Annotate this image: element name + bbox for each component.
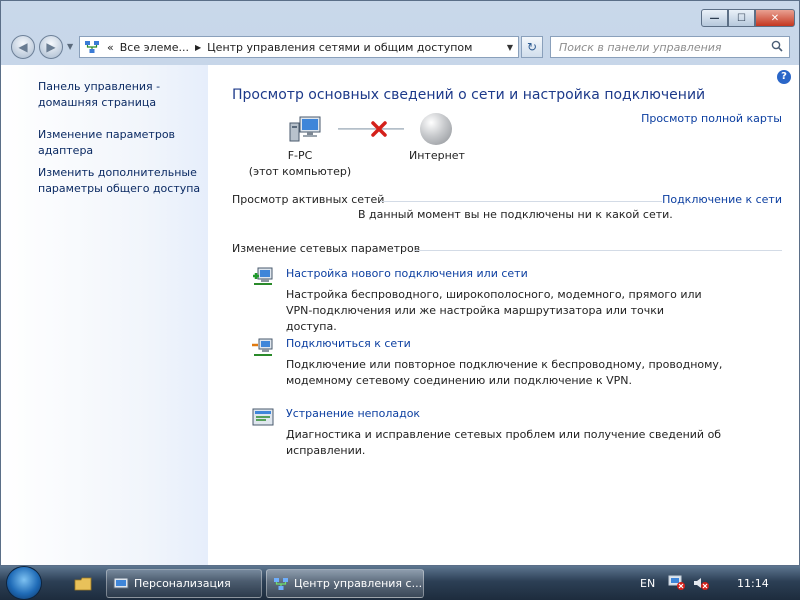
disconnected-x-icon — [371, 121, 387, 137]
sidebar-item-sharing-settings[interactable]: Изменить дополнительные параметры общего… — [38, 165, 203, 197]
volume-tray-icon[interactable] — [692, 566, 710, 600]
forward-button[interactable]: ▶ — [39, 35, 63, 59]
recent-pages-dropdown[interactable]: ▼ — [67, 42, 73, 51]
view-full-map-link[interactable]: Просмотр полной карты — [641, 112, 782, 125]
clock[interactable]: 11:14 — [737, 566, 769, 600]
sidebar-item-control-panel-home[interactable]: Панель управления - домашняя страница — [38, 79, 203, 111]
address-bar[interactable]: « Все элеме... ▶ Центр управления сетями… — [79, 36, 519, 58]
network-disconnected-icon — [668, 575, 685, 590]
explorer-folder-icon[interactable] — [66, 572, 100, 596]
search-icon[interactable] — [771, 40, 783, 52]
new-connection-icon — [253, 267, 273, 285]
refresh-button[interactable]: ↻ — [521, 36, 543, 58]
taskbar-item-network-center[interactable]: Центр управления с... — [266, 569, 424, 598]
caption-buttons: — ☐ ✕ — [701, 9, 795, 27]
internet-label: Интернет — [409, 149, 465, 162]
computer-name: F-PC — [287, 149, 313, 162]
maximize-button[interactable]: ☐ — [728, 9, 755, 27]
language-indicator[interactable]: EN — [640, 566, 655, 600]
setup-new-connection-description: Настройка беспроводного, широкополосного… — [286, 288, 702, 333]
breadcrumb-network-center[interactable]: Центр управления сетями и общим доступом — [207, 41, 472, 54]
content-area: Панель управления - домашняя страница Из… — [1, 65, 799, 565]
troubleshoot-description: Диагностика и исправление сетевых пробле… — [286, 428, 722, 457]
network-center-taskbar-icon — [274, 577, 288, 590]
folder-icon — [74, 577, 92, 591]
navigation-bar: ◀ ▶ ▼ « Все элеме... ▶ Центр управления … — [1, 33, 800, 61]
personalization-icon — [113, 577, 129, 588]
main-panel: ? Просмотр основных сведений о сети и на… — [208, 65, 799, 565]
connect-to-network-description: Подключение или повторное подключение к … — [286, 358, 723, 387]
taskbar-item-personalization[interactable]: Персонализация — [106, 569, 262, 598]
search-box[interactable] — [550, 36, 790, 58]
address-overflow[interactable]: « — [107, 41, 114, 54]
address-dropdown-icon[interactable]: ▼ — [502, 43, 518, 52]
computer-subtitle: (этот компьютер) — [248, 165, 352, 178]
help-icon[interactable]: ? — [777, 70, 791, 84]
page-title: Просмотр основных сведений о сети и наст… — [232, 87, 706, 103]
troubleshoot-link[interactable]: Устранение неполадок — [286, 407, 420, 420]
active-networks-divider — [380, 201, 662, 202]
breadcrumb-separator-icon[interactable]: ▶ — [195, 43, 201, 52]
search-input[interactable] — [559, 40, 759, 54]
close-button[interactable]: ✕ — [755, 9, 795, 27]
change-settings-divider — [414, 250, 782, 251]
connect-network-icon — [252, 338, 273, 356]
taskbar: Персонализация Центр управления с... EN … — [0, 566, 800, 600]
network-center-icon — [85, 41, 99, 53]
breadcrumb-all-items[interactable]: Все элеме... — [120, 41, 189, 54]
sidebar-item-adapter-settings[interactable]: Изменение параметров адаптера — [38, 127, 178, 159]
taskbar-item-label: Персонализация — [134, 577, 231, 590]
change-settings-heading: Изменение сетевых параметров — [232, 242, 421, 255]
network-center-window: — ☐ ✕ ◀ ▶ ▼ « Все элеме... ▶ Центр управ… — [0, 0, 800, 566]
back-button[interactable]: ◀ — [11, 35, 35, 59]
setup-new-connection-link[interactable]: Настройка нового подключения или сети — [286, 267, 528, 280]
start-button[interactable] — [6, 566, 42, 600]
internet-globe-icon — [420, 113, 452, 145]
sidebar: Панель управления - домашняя страница Из… — [1, 65, 208, 565]
active-networks-heading: Просмотр активных сетей — [232, 193, 385, 206]
no-network-status: В данный момент вы не подключены ни к ка… — [358, 208, 673, 221]
volume-muted-icon — [694, 578, 709, 590]
network-tray-icon[interactable] — [668, 566, 686, 600]
computer-icon — [289, 116, 321, 142]
minimize-button[interactable]: — — [701, 9, 728, 27]
taskbar-item-label: Центр управления с... — [294, 577, 423, 590]
connect-to-network-link[interactable]: Подключение к сети — [662, 193, 782, 206]
troubleshoot-icon — [252, 408, 274, 426]
connect-to-network-task-link[interactable]: Подключиться к сети — [286, 337, 411, 350]
